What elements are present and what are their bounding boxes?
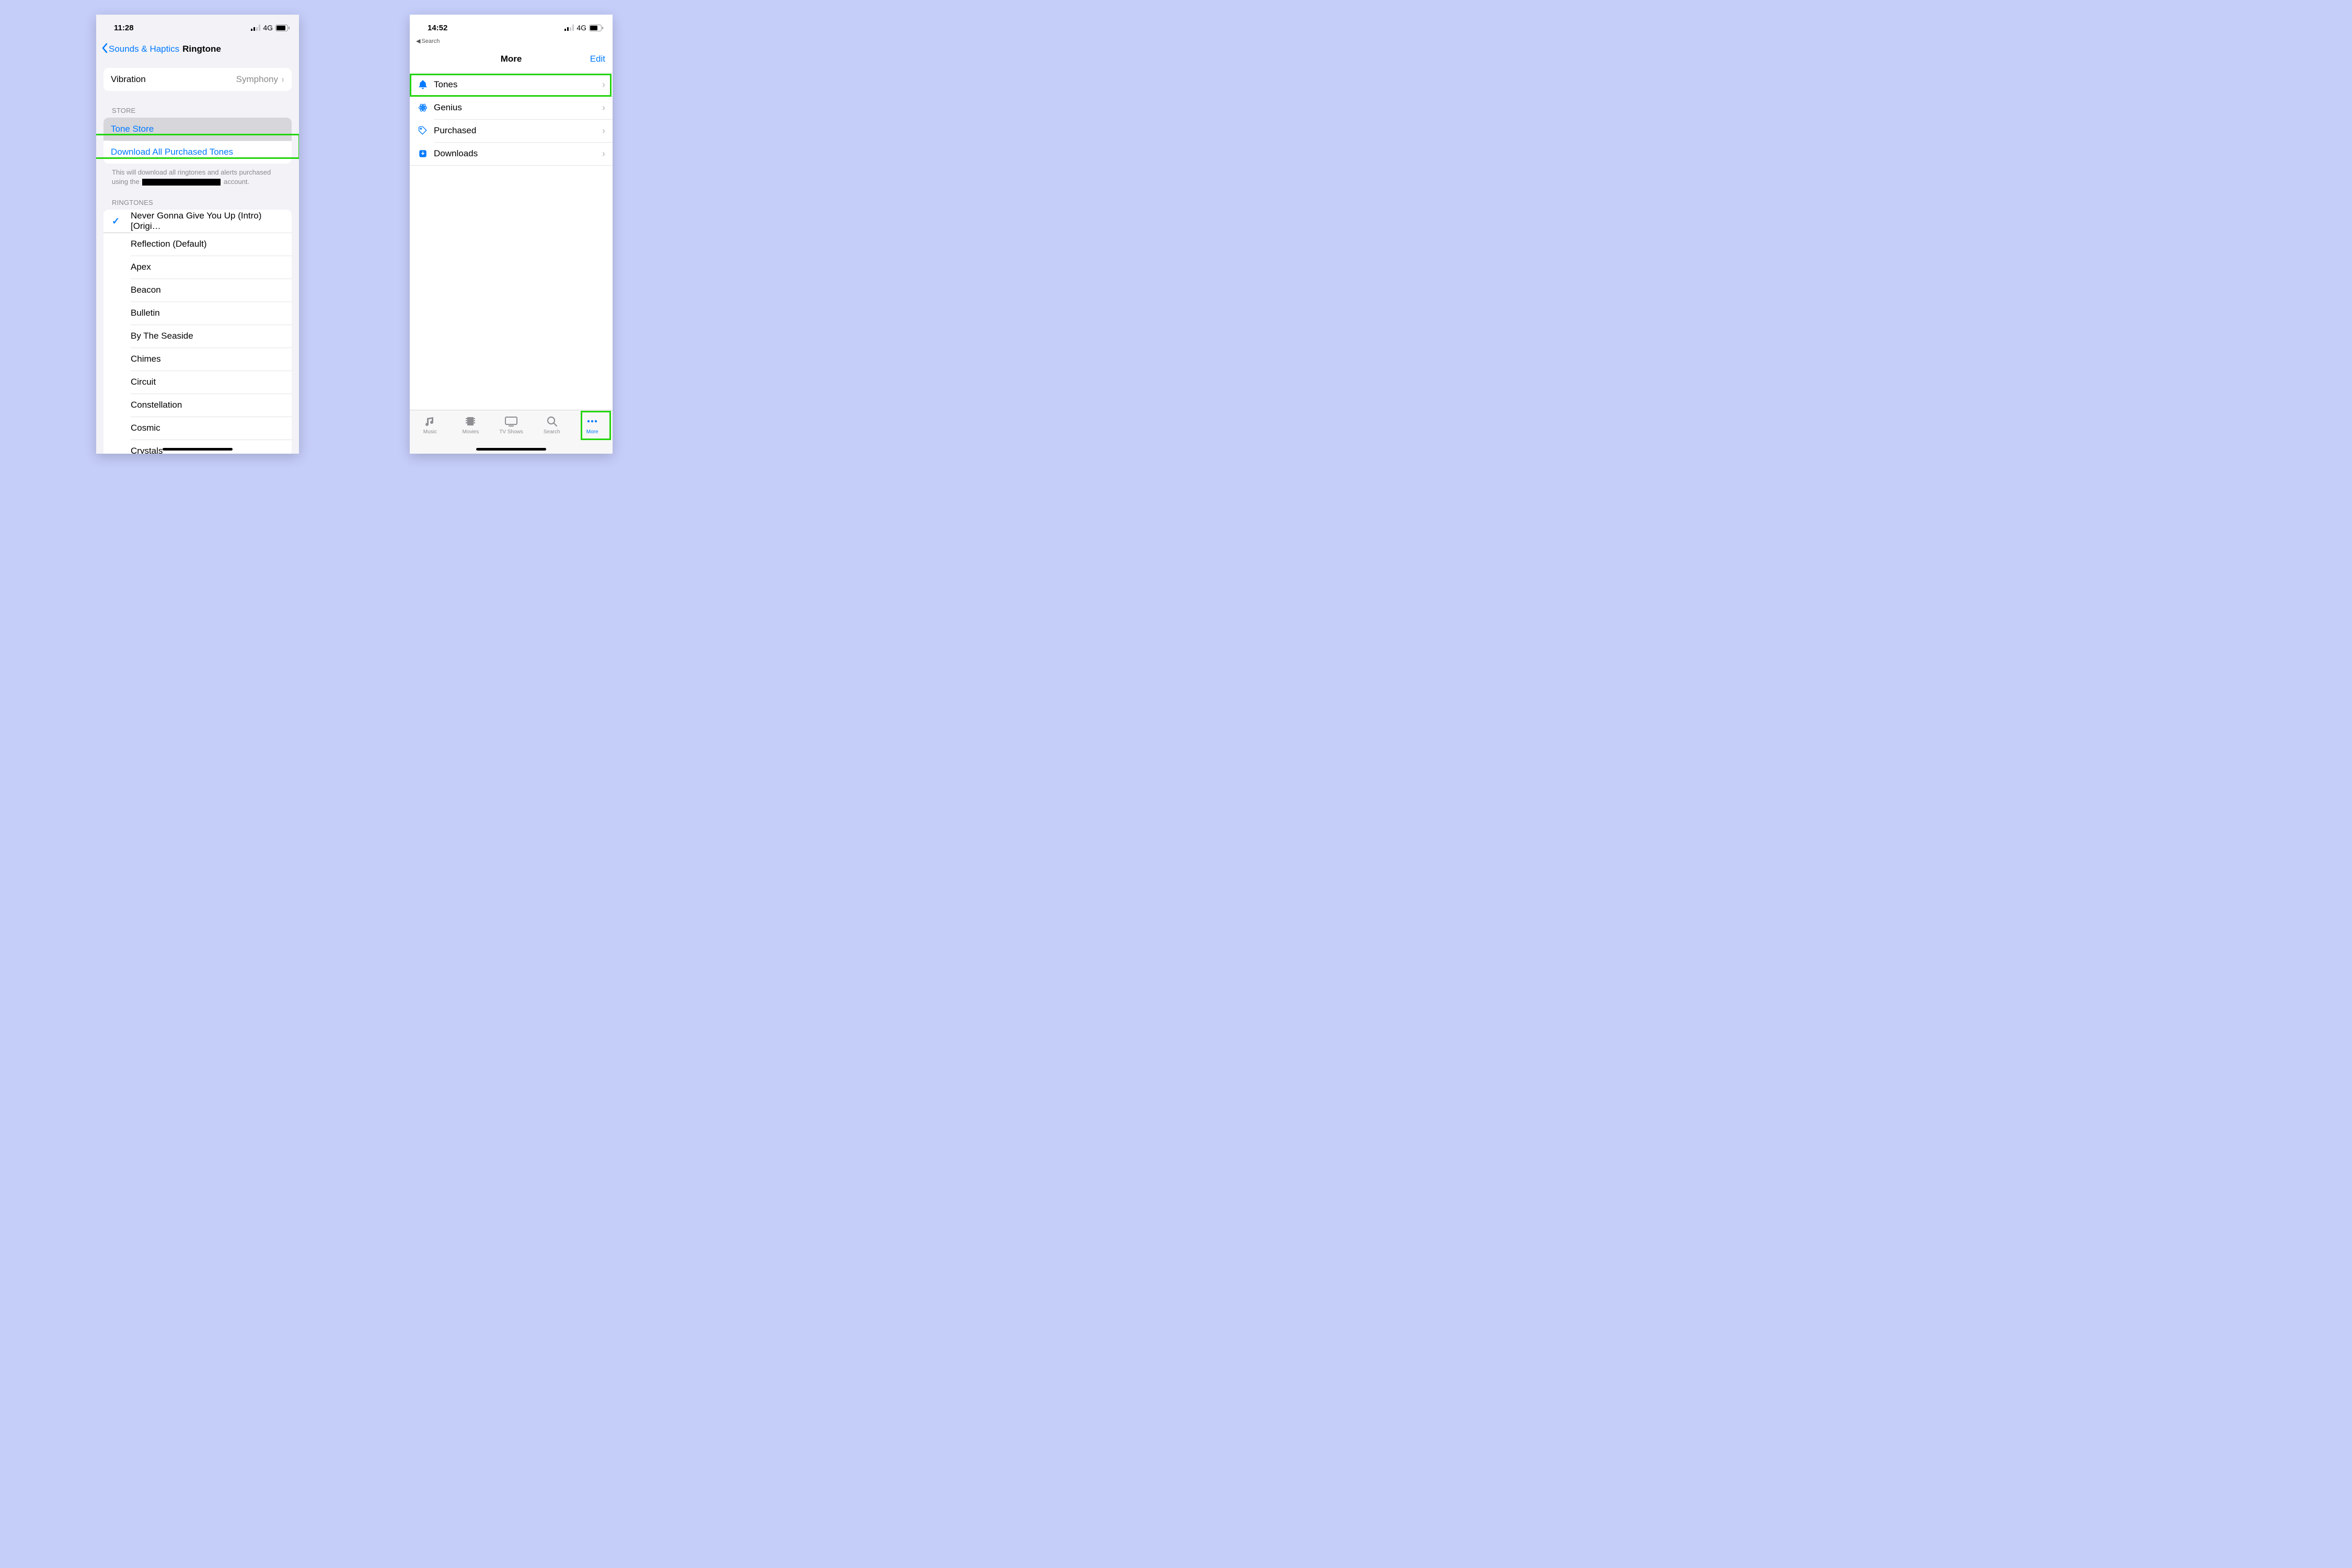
search-icon	[546, 414, 558, 428]
checkmark-icon: ✓	[112, 216, 120, 227]
chevron-left-icon	[101, 43, 108, 56]
download-icon	[417, 148, 429, 159]
chevron-right-icon: ›	[602, 102, 605, 113]
vibration-group: Vibration Symphony ›	[103, 68, 292, 91]
page-title: More	[501, 54, 522, 64]
ringtone-label: By The Seaside	[131, 331, 193, 341]
store-section-header: STORE	[112, 107, 283, 114]
chevron-right-icon: ›	[602, 148, 605, 159]
breadcrumb-label: Search	[421, 38, 440, 44]
edit-button[interactable]: Edit	[590, 54, 605, 64]
battery-icon	[275, 25, 290, 31]
ringtone-label: Crystals	[131, 446, 163, 454]
chevron-right-icon: ›	[281, 74, 284, 85]
status-time: 11:28	[105, 24, 134, 32]
ringtone-row[interactable]: Reflection (Default)	[103, 233, 292, 256]
atom-icon	[417, 102, 429, 113]
ringtone-row[interactable]: Circuit	[103, 371, 292, 394]
ringtone-label: Beacon	[131, 285, 161, 295]
cellular-signal-icon	[251, 25, 260, 31]
ringtone-label: Cosmic	[131, 423, 160, 433]
status-bar: 14:52 4G	[410, 15, 613, 38]
download-all-row[interactable]: Download All Purchased Tones	[103, 141, 292, 164]
page-title: Ringtone	[182, 44, 221, 54]
ringtones-section-header: RINGTONES	[112, 199, 283, 206]
vibration-value: Symphony	[236, 74, 278, 85]
nav-bar: Sounds & Haptics Ringtone	[96, 38, 299, 61]
status-bar: 11:28 4G	[96, 15, 299, 38]
breadcrumb-back[interactable]: ◀ Search	[410, 38, 613, 48]
purchased-row[interactable]: Purchased ›	[410, 119, 613, 142]
download-all-label: Download All Purchased Tones	[111, 147, 233, 157]
home-indicator	[476, 448, 546, 451]
tab-label: More	[586, 429, 598, 435]
ringtone-row[interactable]: Constellation	[103, 394, 292, 417]
tones-row[interactable]: Tones ›	[410, 73, 613, 96]
ringtone-label: Reflection (Default)	[131, 239, 207, 249]
tab-label: TV Shows	[499, 429, 523, 435]
redacted-account	[142, 179, 221, 186]
chevron-right-icon: ›	[602, 125, 605, 136]
ringtone-row[interactable]: Bulletin	[103, 302, 292, 325]
tab-more[interactable]: More	[574, 414, 610, 454]
home-indicator	[163, 448, 233, 451]
itunes-more-screen: 14:52 4G ◀ Search More Edit Tones ›	[410, 15, 613, 454]
nav-bar: More Edit	[410, 48, 613, 71]
tv-icon	[504, 414, 518, 428]
tag-icon	[417, 125, 429, 136]
battery-icon	[589, 25, 603, 31]
ringtone-selected-row[interactable]: ✓ Never Gonna Give You Up (Intro) [Origi…	[103, 210, 292, 233]
status-time: 14:52	[418, 24, 447, 32]
tab-music[interactable]: Music	[412, 414, 448, 454]
tab-label: Movies	[463, 429, 479, 435]
downloads-label: Downloads	[434, 148, 478, 159]
tone-store-row[interactable]: Tone Store	[103, 118, 292, 141]
genius-label: Genius	[434, 102, 462, 113]
status-right: 4G	[564, 24, 604, 32]
tone-store-label: Tone Store	[111, 124, 154, 134]
cellular-signal-icon	[564, 25, 574, 31]
chevron-right-icon: ›	[602, 79, 605, 90]
bell-icon	[417, 79, 429, 90]
ringtone-row[interactable]: Chimes	[103, 348, 292, 371]
ringtone-label: Constellation	[131, 400, 182, 410]
ringtone-selected-label: Never Gonna Give You Up (Intro) [Origi…	[131, 211, 284, 232]
store-footer: This will download all ringtones and ale…	[112, 168, 283, 186]
tab-label: Search	[544, 429, 560, 435]
genius-row[interactable]: Genius ›	[410, 96, 613, 119]
more-list: Tones › Genius › Purchased › Downloads ›	[410, 73, 613, 166]
back-button[interactable]: Sounds & Haptics	[101, 43, 179, 56]
music-icon	[424, 414, 436, 428]
ringtone-label: Chimes	[131, 354, 161, 364]
back-label: Sounds & Haptics	[109, 44, 179, 54]
store-group: Tone Store Download All Purchased Tones	[103, 118, 292, 164]
ringtone-row[interactable]: Apex	[103, 256, 292, 279]
ringtone-label: Circuit	[131, 377, 156, 387]
vibration-label: Vibration	[111, 74, 146, 85]
downloads-row[interactable]: Downloads ›	[410, 142, 613, 165]
tones-label: Tones	[434, 79, 457, 90]
purchased-label: Purchased	[434, 125, 476, 136]
ringtone-row[interactable]: Crystals	[103, 440, 292, 454]
triangle-left-icon: ◀	[416, 38, 420, 44]
status-right: 4G	[251, 24, 291, 32]
ringtone-label: Apex	[131, 262, 151, 272]
network-label: 4G	[577, 24, 586, 32]
more-icon	[586, 414, 598, 428]
ringtone-row[interactable]: Cosmic	[103, 417, 292, 440]
network-label: 4G	[263, 24, 273, 32]
ringtone-row[interactable]: By The Seaside	[103, 325, 292, 348]
vibration-row[interactable]: Vibration Symphony ›	[103, 68, 292, 91]
film-icon	[464, 414, 477, 428]
ringtone-label: Bulletin	[131, 308, 160, 318]
tab-bar: Music Movies TV Shows Search More	[410, 410, 613, 454]
ringtone-row[interactable]: Beacon	[103, 279, 292, 302]
settings-ringtone-screen: 11:28 4G Sounds & Haptics Ringtone Vibra…	[96, 15, 299, 454]
ringtones-list: ✓ Never Gonna Give You Up (Intro) [Origi…	[103, 210, 292, 454]
tab-label: Music	[423, 429, 437, 435]
